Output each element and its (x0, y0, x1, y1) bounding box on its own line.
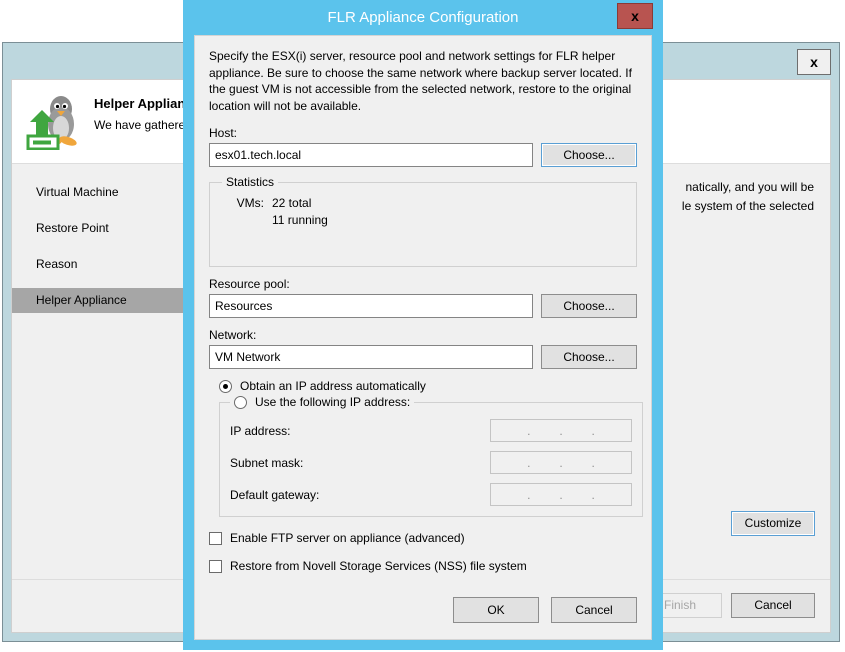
ip-dot-icon: . (591, 455, 595, 470)
statistics-total-value: 22 total (272, 196, 312, 210)
customize-button[interactable]: Customize (731, 511, 815, 536)
checkbox-icon-restore-nss[interactable] (209, 559, 222, 573)
statistics-key-spacer (220, 213, 272, 227)
statistics-running-row: 11 running (220, 213, 626, 227)
host-label: Host: (209, 126, 238, 140)
radio-icon-obtain-ip-auto[interactable] (219, 379, 232, 393)
dialog-cancel-button[interactable]: Cancel (551, 597, 637, 623)
statistics-group: Statistics VMs: 22 total 11 running (209, 175, 637, 267)
dialog-description: Specify the ESX(i) server, resource pool… (209, 49, 632, 113)
ip-dot-icon: . (559, 423, 563, 438)
enable-ftp-server-option[interactable]: Enable FTP server on appliance (advanced… (209, 531, 637, 545)
resource-pool-choose-button[interactable]: Choose... (541, 294, 637, 318)
network-choose-button[interactable]: Choose... (541, 345, 637, 369)
wizard-cancel-button[interactable]: Cancel (731, 593, 815, 618)
restore-nss-option[interactable]: Restore from Novell Storage Services (NS… (209, 559, 637, 573)
statistics-total-row: VMs: 22 total (220, 196, 626, 210)
wizard-header-subtitle: We have gathere (94, 118, 186, 132)
network-field-row: Choose... (209, 345, 637, 369)
use-following-ip-option[interactable]: Use the following IP address: (230, 395, 414, 409)
obtain-ip-automatically-option[interactable]: Obtain an IP address automatically (219, 379, 637, 393)
statistics-running-value: 11 running (272, 213, 328, 227)
ok-button[interactable]: OK (453, 597, 539, 623)
network-input[interactable] (209, 345, 533, 369)
host-input[interactable] (209, 143, 533, 167)
linux-penguin-upload-icon (24, 92, 82, 151)
subnet-mask-label: Subnet mask: (230, 455, 304, 470)
ip-address-input[interactable]: . . . (490, 419, 632, 442)
subnet-mask-row: Subnet mask: . . . (230, 451, 632, 474)
ip-dot-icon: . (591, 487, 595, 502)
sidebar-item-reason[interactable]: Reason (12, 252, 188, 277)
dialog-titlebar: FLR Appliance Configuration x (183, 0, 663, 35)
ip-dot-icon: . (527, 455, 531, 470)
ip-dot-icon: . (527, 487, 531, 502)
ip-address-row: IP address: . . . (230, 419, 632, 442)
dialog-body: Specify the ESX(i) server, resource pool… (194, 35, 652, 640)
ip-address-label: IP address: (230, 423, 291, 438)
restore-nss-label: Restore from Novell Storage Services (NS… (230, 559, 527, 573)
default-gateway-input[interactable]: . . . (490, 483, 632, 506)
dialog-title: FLR Appliance Configuration (327, 9, 519, 26)
host-choose-button[interactable]: Choose... (541, 143, 637, 167)
resource-pool-field-row: Choose... (209, 294, 637, 318)
static-ip-group: Use the following IP address: IP address… (219, 395, 643, 517)
sidebar-item-helper-appliance[interactable]: Helper Appliance (12, 288, 188, 313)
close-icon[interactable]: x (797, 49, 831, 75)
resource-pool-label: Resource pool: (209, 277, 290, 291)
ip-dot-icon: . (559, 487, 563, 502)
sidebar-item-restore-point[interactable]: Restore Point (12, 216, 188, 241)
ip-dot-icon: . (591, 423, 595, 438)
dialog-actions: OK Cancel (453, 597, 637, 623)
default-gateway-row: Default gateway: . . . (230, 483, 632, 506)
enable-ftp-server-label: Enable FTP server on appliance (advanced… (230, 531, 465, 545)
close-icon[interactable]: x (617, 3, 653, 29)
resource-pool-input[interactable] (209, 294, 533, 318)
use-following-ip-label: Use the following IP address: (255, 395, 411, 409)
default-gateway-label: Default gateway: (230, 487, 320, 502)
network-label: Network: (209, 328, 257, 342)
ip-dot-icon: . (527, 423, 531, 438)
flr-appliance-configuration-dialog: FLR Appliance Configuration x Specify th… (183, 0, 663, 650)
statistics-key: VMs: (236, 196, 264, 210)
subnet-mask-input[interactable]: . . . (490, 451, 632, 474)
host-field-row: Choose... (209, 143, 637, 167)
statistics-legend: Statistics (226, 175, 275, 189)
wizard-sidebar: Virtual Machine Restore Point Reason Hel… (12, 164, 188, 580)
checkbox-icon-enable-ftp[interactable] (209, 531, 222, 545)
wizard-header-title: Helper Applianc (94, 96, 193, 111)
ip-dot-icon: . (559, 455, 563, 470)
sidebar-item-virtual-machine[interactable]: Virtual Machine (12, 180, 188, 205)
obtain-ip-automatically-label: Obtain an IP address automatically (240, 379, 426, 393)
radio-icon-use-following-ip[interactable] (234, 395, 247, 409)
